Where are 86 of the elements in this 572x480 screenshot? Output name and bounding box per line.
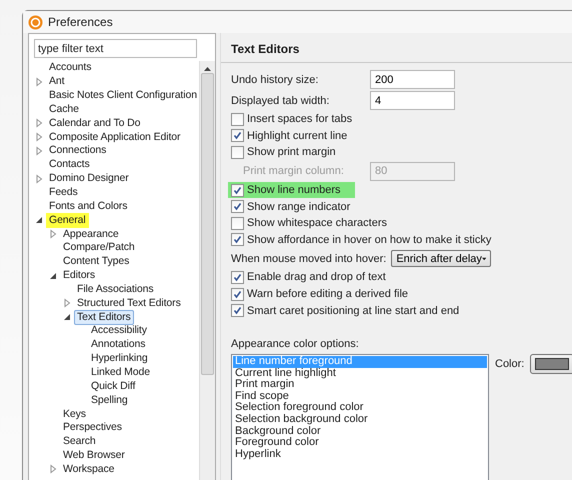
scroll-up-icon[interactable] <box>204 67 211 71</box>
checkbox-label: Enable drag and drop of text <box>247 271 386 284</box>
expanded-arrow-icon[interactable] <box>62 312 72 322</box>
tree-item[interactable]: Basic Notes Client Configuration <box>46 88 199 104</box>
collapsed-arrow-icon[interactable] <box>34 118 44 128</box>
tree-item[interactable]: Quick Diff <box>88 378 138 394</box>
color-label: Color: <box>495 358 524 372</box>
scrollbar[interactable] <box>199 61 215 480</box>
collapsed-arrow-icon[interactable] <box>34 146 44 156</box>
color-button[interactable] <box>530 354 572 374</box>
tree-item[interactable]: Connections <box>46 143 110 158</box>
collapsed-arrow-icon[interactable] <box>34 174 44 184</box>
field-label: Displayed tab width: <box>231 94 330 106</box>
checkbox-label: Show whitespace characters <box>247 217 388 230</box>
tree-item[interactable]: Contacts <box>46 157 93 172</box>
tree-item[interactable]: Text Editors <box>74 310 134 325</box>
collapsed-arrow-icon[interactable] <box>62 298 72 308</box>
page-title: Text Editors <box>221 33 572 63</box>
checkbox[interactable] <box>231 112 244 126</box>
dropdown-label: When mouse moved into hover: <box>231 252 386 265</box>
tree-item[interactable]: Hyperlinking <box>88 351 151 366</box>
tree-item[interactable]: Structured Text Editors <box>74 296 184 311</box>
checkbox-label: Warn before editing a derived file <box>247 288 408 300</box>
tree-item[interactable]: Workspace <box>60 462 118 477</box>
tree-item[interactable]: Fonts and Colors <box>46 198 130 214</box>
checkbox[interactable] <box>231 304 244 318</box>
list-item[interactable]: Foreground color <box>233 437 487 449</box>
tree-item[interactable]: Ant <box>46 74 68 90</box>
tree-item[interactable]: Linked Mode <box>88 364 154 380</box>
checkbox[interactable] <box>231 216 244 230</box>
collapsed-arrow-icon[interactable] <box>34 132 44 142</box>
collapsed-arrow-icon[interactable] <box>34 76 44 87</box>
tree-item[interactable]: General <box>46 212 89 228</box>
field-label: Print margin column: <box>242 165 345 178</box>
tree-item[interactable]: File Associations <box>74 282 157 297</box>
tree-item[interactable]: Perspectives <box>60 420 125 436</box>
tree-item[interactable]: Domino Designer <box>46 171 132 186</box>
expanded-arrow-icon[interactable] <box>34 215 44 226</box>
field-label: Undo history size: <box>231 74 320 86</box>
checkbox[interactable] <box>231 288 244 301</box>
tree-item[interactable]: Search <box>60 434 99 450</box>
checkbox-label: Show print margin <box>247 146 336 158</box>
tree-item[interactable]: Content Types <box>60 254 132 270</box>
checkbox-label: Show affordance in hover on how to make it sticky <box>247 234 492 246</box>
hover-dropdown[interactable]: Enrich after delay <box>391 250 492 268</box>
caret-icon <box>482 256 486 261</box>
number-field[interactable]: 200 <box>370 70 455 89</box>
tree-item[interactable]: Web Browser <box>60 448 128 464</box>
collapsed-arrow-icon[interactable] <box>48 464 58 474</box>
checkbox-label: Insert spaces for tabs <box>247 113 352 126</box>
tree-item[interactable]: Calendar and To Do <box>46 116 144 131</box>
tree-item[interactable]: Composite Application Editor <box>46 130 184 145</box>
filter-field[interactable]: type filter text <box>34 39 197 58</box>
tree-item[interactable]: Compare/Patch <box>60 240 138 256</box>
tree-item[interactable]: Cache <box>46 102 82 117</box>
list-item[interactable]: Find scope <box>233 390 487 402</box>
checkbox[interactable] <box>231 146 244 159</box>
checkbox-label: Show line numbers <box>247 184 341 196</box>
list-item[interactable]: Hyperlink <box>233 448 487 460</box>
list-item[interactable]: Selection background color <box>233 414 487 426</box>
section-label: Appearance color options: <box>231 338 360 350</box>
checkbox-label: Highlight current line <box>247 130 348 142</box>
tree-item[interactable]: Feeds <box>46 185 81 200</box>
tree-item[interactable]: Annotations <box>88 337 148 352</box>
collapsed-arrow-icon[interactable] <box>48 229 58 240</box>
list-item[interactable]: Background color <box>233 426 487 438</box>
tree-item[interactable]: Spelling <box>88 392 131 408</box>
expanded-arrow-icon[interactable] <box>48 270 58 281</box>
window-title: Preferences <box>48 15 113 29</box>
checkbox[interactable] <box>231 129 244 142</box>
list-item[interactable]: Current line highlight <box>233 368 487 380</box>
list-item[interactable]: Print margin <box>233 379 487 391</box>
checkbox-label: Show range indicator <box>247 200 350 213</box>
tree-item[interactable]: Accounts <box>46 61 94 76</box>
tree-item[interactable]: Editors <box>60 268 98 284</box>
checkbox[interactable] <box>231 233 244 246</box>
checkbox[interactable] <box>231 270 244 284</box>
checkbox[interactable] <box>231 184 244 197</box>
checkbox[interactable] <box>231 200 244 214</box>
app-icon <box>28 14 43 30</box>
number-field[interactable]: 4 <box>370 91 455 110</box>
tree-item[interactable]: Appearance <box>60 226 122 242</box>
list-item[interactable]: Selection foreground color <box>233 402 487 414</box>
checkbox-label: Smart caret positioning at line start and end <box>247 304 460 317</box>
tree-item[interactable]: Keys <box>60 406 89 422</box>
tree-item[interactable]: Accessibility <box>88 323 150 338</box>
